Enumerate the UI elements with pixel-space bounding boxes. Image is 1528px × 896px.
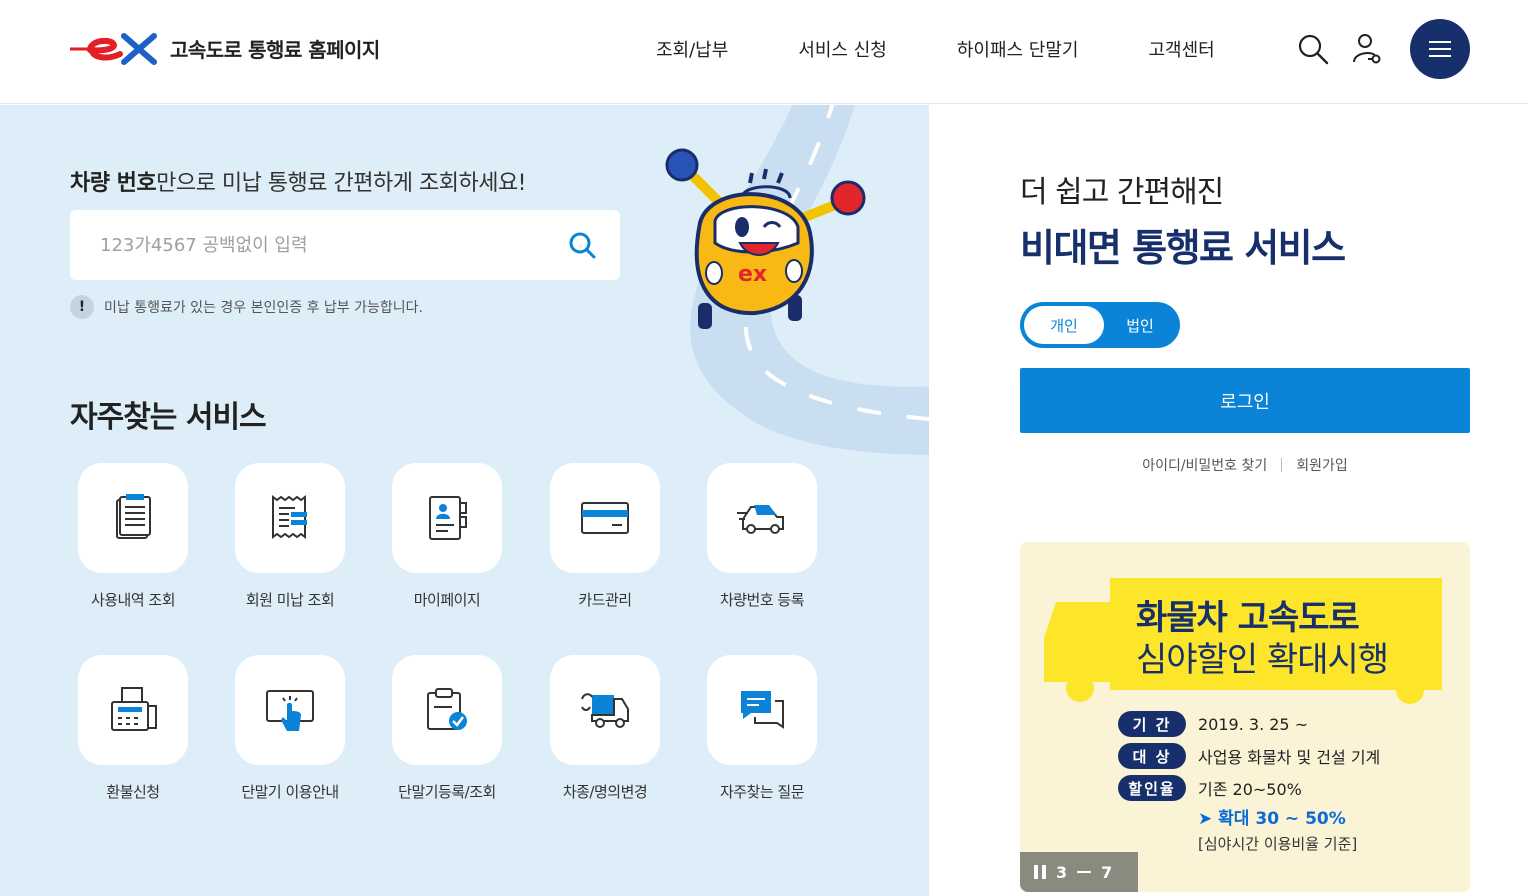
- service-tile: [235, 655, 345, 765]
- nav-item-hipass-terminal[interactable]: 하이패스 단말기: [957, 36, 1079, 62]
- link-divider: [1281, 458, 1283, 472]
- truck-change-icon: [581, 693, 629, 728]
- ex-logo-icon: [70, 33, 157, 65]
- join-link[interactable]: 회원가입: [1296, 455, 1348, 475]
- touch-screen-icon: [266, 690, 314, 731]
- login-title: 비대면 통행료 서비스: [1020, 226, 1346, 270]
- service-card-management[interactable]: 카드관리: [535, 463, 675, 610]
- plate-search-button[interactable]: [568, 231, 596, 259]
- login-button[interactable]: 로그인: [1020, 368, 1470, 433]
- menu-line: [1429, 55, 1451, 57]
- service-label: 환불신청: [106, 783, 160, 801]
- banner-pager: 3 7: [1020, 852, 1138, 892]
- service-tile: [78, 655, 188, 765]
- service-type-owner-change[interactable]: 차종/명의변경: [535, 655, 675, 802]
- pager-current: 3: [1056, 862, 1068, 882]
- service-label: 카드관리: [578, 591, 632, 609]
- credit-card-icon: [581, 502, 629, 534]
- find-id-password-link[interactable]: 아이디/비밀번호 찾기: [1142, 455, 1267, 475]
- car-icon: [737, 505, 784, 534]
- service-member-unpaid[interactable]: 회원 미납 조회: [220, 463, 360, 610]
- clipboard-check-icon: [427, 688, 467, 730]
- nav-item-customer-center[interactable]: 고객센터: [1149, 36, 1215, 62]
- service-vehicle-register[interactable]: 차량번호 등록: [692, 463, 832, 610]
- login-subtitle: 더 쉽고 간편해진: [1020, 175, 1224, 210]
- banner-row-target: 대 상 사업용 화물차 및 건설 기계: [1118, 743, 1380, 769]
- nav-item-service-apply[interactable]: 서비스 신청: [798, 36, 887, 62]
- service-tile: [550, 463, 660, 573]
- logo-text: 고속도로 통행료 홈페이지: [170, 37, 380, 62]
- service-refund[interactable]: 환불신청: [63, 655, 203, 802]
- service-tile: [392, 463, 502, 573]
- login-links: 아이디/비밀번호 찾기 회원가입: [1020, 455, 1470, 475]
- pause-bar: [1034, 865, 1038, 879]
- fax-icon: [111, 687, 157, 731]
- site-header: 고속도로 통행료 홈페이지 조회/납부 서비스 신청 하이패스 단말기 고객센터: [0, 0, 1528, 104]
- search-icon[interactable]: [1296, 32, 1330, 66]
- service-label: 단말기 이용안내: [241, 783, 339, 801]
- banner-row-period: 기 간 2019. 3. 25 ~: [1118, 711, 1308, 737]
- service-tile: [707, 655, 817, 765]
- service-tile: [78, 463, 188, 573]
- left-panel: 차량 번호만으로 미납 통행료 간편하게 조회하세요! ! 미납 통행료가 있는…: [0, 105, 929, 896]
- toggle-corporate[interactable]: 법인: [1104, 306, 1176, 344]
- search-title-bold: 차량 번호: [70, 171, 157, 196]
- frequent-services-title: 자주찾는 서비스: [70, 400, 267, 435]
- plate-number-input[interactable]: [70, 210, 550, 280]
- banner-tag: 할인율: [1118, 775, 1186, 801]
- service-label: 사용내역 조회: [90, 591, 176, 609]
- member-type-toggle: 개인 법인: [1020, 302, 1180, 348]
- service-tile: [707, 463, 817, 573]
- hamburger-menu-button[interactable]: [1410, 19, 1470, 79]
- promo-banner[interactable]: 화물차 고속도로 심야할인 확대시행 기 간 2019. 3. 25 ~ 대 상…: [1020, 542, 1470, 892]
- service-tile: [235, 463, 345, 573]
- search-title-rest: 만으로 미납 통행료 간편하게 조회하세요!: [156, 171, 526, 196]
- mascot-car-icon: ex: [665, 148, 866, 329]
- banner-title-line2: 심야할인 확대시행: [1136, 640, 1389, 680]
- pager-total: 7: [1101, 862, 1113, 882]
- service-mypage[interactable]: 마이페이지: [377, 463, 517, 610]
- right-panel: 더 쉽고 간편해진 비대면 통행료 서비스 개인 법인 로그인 아이디/비밀번호…: [929, 105, 1528, 896]
- unpaid-notice: ! 미납 통행료가 있는 경우 본인인증 후 납부 가능합니다.: [70, 295, 423, 319]
- service-tile: [392, 655, 502, 765]
- service-faq[interactable]: 자주찾는 질문: [692, 655, 832, 802]
- service-label: 차종/명의변경: [562, 783, 648, 801]
- service-label: 차량번호 등록: [719, 591, 805, 609]
- banner-tag: 대 상: [1118, 743, 1186, 769]
- search-title: 차량 번호만으로 미납 통행료 간편하게 조회하세요!: [70, 165, 526, 197]
- banner-row-text: 2019. 3. 25 ~: [1198, 714, 1309, 734]
- service-label: 회원 미납 조회: [245, 591, 335, 609]
- user-login-icon[interactable]: [1350, 32, 1384, 66]
- notice-text: 미납 통행료가 있는 경우 본인인증 후 납부 가능합니다.: [104, 300, 423, 316]
- service-terminal-guide[interactable]: 단말기 이용안내: [220, 655, 360, 802]
- nav-item-inquiry-payment[interactable]: 조회/납부: [656, 36, 728, 62]
- service-tile: [550, 655, 660, 765]
- plate-search-box: [70, 210, 620, 280]
- banner-row-text: 기존 20~50%: [1198, 780, 1302, 799]
- banner-discount-note: [심야시간 이용비율 기준]: [1198, 835, 1358, 853]
- service-label: 마이페이지: [413, 591, 481, 609]
- profile-book-icon: [429, 496, 467, 540]
- pager-separator: [1077, 871, 1092, 873]
- banner-discount-highlight: ➤ 확대 30 ~ 50%: [1198, 809, 1346, 829]
- receipt-icon: [272, 495, 307, 539]
- banner-row-discount: 할인율 기존 20~50%: [1118, 775, 1302, 801]
- service-usage-history[interactable]: 사용내역 조회: [63, 463, 203, 610]
- banner-row-text: 사업용 화물차 및 건설 기계: [1198, 748, 1381, 767]
- document-list-icon: [116, 494, 151, 539]
- site-logo[interactable]: 고속도로 통행료 홈페이지: [68, 30, 380, 66]
- menu-line: [1429, 41, 1451, 43]
- pause-icon[interactable]: [1034, 865, 1046, 879]
- service-label: 자주찾는 질문: [719, 783, 805, 801]
- pause-bar: [1042, 865, 1046, 879]
- banner-tag: 기 간: [1118, 711, 1186, 737]
- menu-line: [1429, 48, 1451, 50]
- exclamation-icon: !: [70, 295, 94, 319]
- service-terminal-register[interactable]: 단말기등록/조회: [377, 655, 517, 802]
- service-label: 단말기등록/조회: [398, 783, 496, 801]
- main-nav: 조회/납부 서비스 신청 하이패스 단말기 고객센터: [656, 36, 1285, 62]
- mascot-logo-text: ex: [738, 262, 767, 287]
- chat-bubbles-icon: [741, 691, 784, 729]
- toggle-personal[interactable]: 개인: [1024, 306, 1104, 344]
